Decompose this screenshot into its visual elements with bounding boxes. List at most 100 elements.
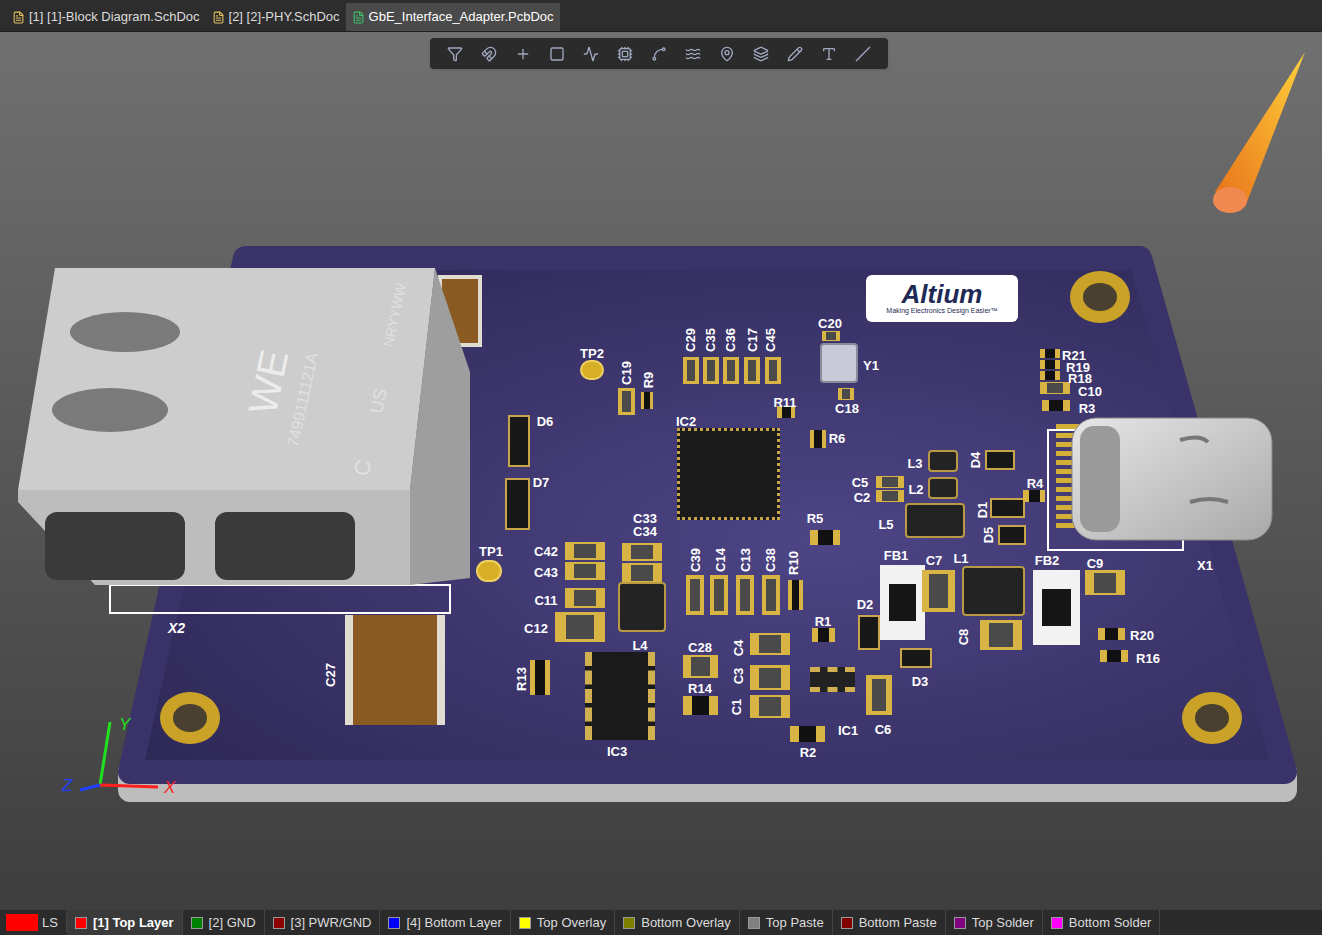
component-body[interactable] [876, 490, 904, 502]
component-body[interactable] [985, 450, 1015, 470]
component-body[interactable] [812, 628, 835, 642]
layer-color-swatch [954, 917, 966, 929]
component-body[interactable] [928, 477, 958, 499]
layer-set-button[interactable]: LS [6, 913, 67, 933]
component-body[interactable] [1033, 570, 1080, 645]
document-tab[interactable]: [1] [1]-Block Diagram.SchDoc [6, 3, 206, 31]
component-body[interactable] [710, 575, 728, 615]
layer-tab[interactable]: [2] GND [183, 910, 265, 935]
component-body[interactable] [838, 388, 854, 400]
toolbar-tool-icon[interactable] [819, 44, 839, 64]
component-body[interactable] [530, 660, 550, 695]
component-body[interactable] [505, 478, 530, 530]
layer-tab[interactable]: Bottom Paste [833, 910, 946, 935]
component-body[interactable] [1040, 371, 1060, 380]
component-body[interactable] [750, 665, 790, 690]
component-body[interactable] [765, 357, 781, 384]
component-designator: L2 [908, 483, 923, 496]
altium-logo: AltiumMaking Electronics Design Easier™ [866, 275, 1018, 322]
toolbar-tool-icon[interactable] [751, 44, 771, 64]
document-tab[interactable]: [2] [2]-PHY.SchDoc [206, 3, 346, 31]
component-body[interactable] [810, 667, 855, 692]
component-body[interactable] [686, 575, 704, 615]
component-body[interactable] [880, 565, 925, 640]
component-body[interactable] [900, 648, 932, 668]
component-body[interactable] [565, 588, 605, 608]
component-body[interactable] [508, 415, 530, 467]
component-body[interactable] [1098, 628, 1125, 640]
component-body[interactable] [565, 542, 605, 560]
component-body[interactable] [677, 428, 780, 520]
toolbar-tool-icon[interactable] [547, 44, 567, 64]
component-body[interactable] [736, 575, 754, 615]
component-body[interactable] [810, 430, 826, 448]
layer-tab[interactable]: Bottom Solder [1043, 910, 1160, 935]
toolbar-tool-icon[interactable] [785, 44, 805, 64]
component-body[interactable] [618, 388, 635, 415]
component-body[interactable] [585, 652, 655, 740]
component-body[interactable] [622, 563, 662, 583]
toolbar-tool-icon[interactable] [615, 44, 635, 64]
component-body[interactable] [476, 560, 502, 582]
toolbar-tool-icon[interactable] [853, 44, 873, 64]
component-body[interactable] [998, 525, 1026, 545]
toolbar-tool-icon[interactable] [513, 44, 533, 64]
pcb-board[interactable] [0, 32, 1322, 910]
component-designator: C33 [633, 512, 657, 525]
component-body[interactable] [790, 726, 825, 742]
component-body[interactable] [555, 612, 605, 642]
component-body[interactable] [1042, 400, 1070, 411]
component-body[interactable] [762, 575, 780, 615]
toolbar-tool-icon[interactable] [649, 44, 669, 64]
component-body[interactable] [1100, 650, 1128, 662]
layer-tab[interactable]: [4] Bottom Layer [380, 910, 510, 935]
toolbar-tool-icon[interactable] [683, 44, 703, 64]
component-body[interactable] [723, 357, 739, 384]
component-body[interactable] [1023, 490, 1045, 502]
component-body[interactable] [683, 357, 699, 384]
toolbar-tool-icon[interactable] [581, 44, 601, 64]
component-body[interactable] [876, 476, 904, 488]
component-body[interactable] [866, 675, 892, 715]
component-body[interactable] [565, 562, 605, 580]
layer-tab[interactable]: [3] PWR/GND [265, 910, 381, 935]
component-body[interactable] [810, 530, 840, 545]
component-body[interactable] [683, 655, 718, 678]
component-body[interactable] [683, 696, 718, 715]
component-body[interactable] [750, 633, 790, 655]
component-body[interactable] [750, 695, 790, 718]
component-body[interactable] [1040, 349, 1060, 358]
component-body[interactable] [788, 580, 803, 610]
component-core [574, 590, 596, 606]
component-body[interactable] [822, 331, 840, 341]
layer-tab[interactable]: [1] Top Layer [67, 910, 183, 935]
component-core [574, 544, 596, 558]
component-body[interactable] [345, 615, 445, 725]
component-body[interactable] [1040, 360, 1060, 369]
component-body[interactable] [980, 620, 1022, 650]
layer-tab[interactable]: Top Overlay [511, 910, 615, 935]
layer-tab[interactable]: Top Solder [946, 910, 1043, 935]
component-body[interactable] [905, 503, 965, 538]
component-body[interactable] [962, 566, 1025, 616]
toolbar-tool-icon[interactable] [445, 44, 465, 64]
component-body[interactable] [990, 498, 1025, 518]
component-body[interactable] [618, 582, 666, 632]
component-body[interactable] [922, 570, 955, 612]
component-body[interactable] [820, 343, 858, 383]
layer-tab[interactable]: Bottom Overlay [615, 910, 740, 935]
component-body[interactable] [580, 360, 604, 380]
component-body[interactable] [858, 615, 880, 650]
component-body[interactable] [622, 543, 662, 561]
pcb-3d-canvas[interactable]: WE7499111121ANRYYWWCUSX2X1AltiumMaking E… [0, 32, 1322, 910]
component-body[interactable] [744, 357, 760, 384]
document-tab[interactable]: GbE_Interface_Adapter.PcbDoc [346, 3, 560, 31]
component-body[interactable] [928, 450, 958, 472]
toolbar-tool-icon[interactable] [479, 44, 499, 64]
layer-tab[interactable]: Top Paste [740, 910, 833, 935]
component-body[interactable] [703, 357, 719, 384]
component-body[interactable] [1085, 570, 1125, 595]
component-body[interactable] [641, 392, 653, 409]
component-body[interactable] [1040, 382, 1070, 394]
toolbar-tool-icon[interactable] [717, 44, 737, 64]
